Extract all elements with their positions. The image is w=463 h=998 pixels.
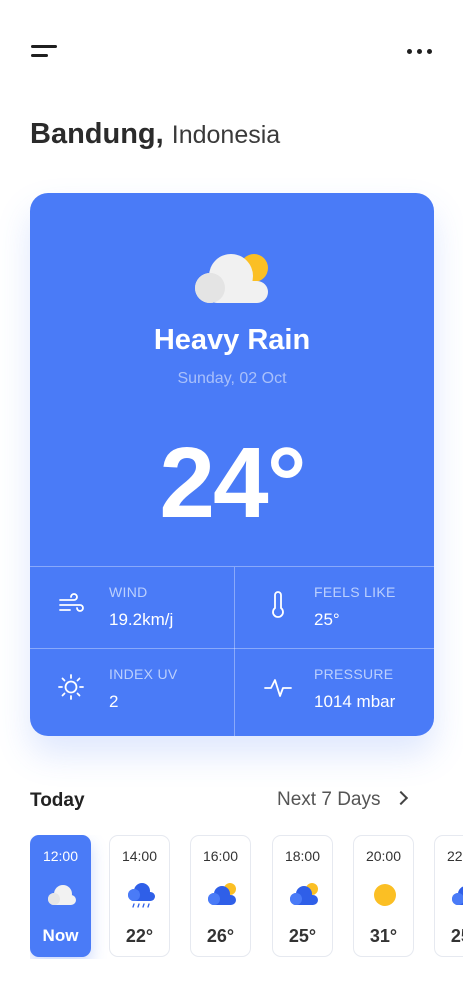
- hour-card[interactable]: 20:00 31°: [353, 835, 414, 957]
- hour-time: 22:00: [446, 848, 463, 864]
- hour-value: 25°: [288, 926, 317, 946]
- weather-condition: Heavy Rain: [153, 324, 311, 356]
- next-7-days-label: Next 7 Days: [277, 789, 381, 810]
- wind-label: WIND: [109, 584, 148, 600]
- pressure-stat: PRESSURE 1014 mbar: [235, 649, 434, 729]
- partly-cloudy-icon: [452, 886, 463, 905]
- more-options-icon[interactable]: [407, 48, 433, 56]
- today-heading: Today: [30, 790, 85, 811]
- wind-value: 19.2km/j: [109, 610, 174, 629]
- hour-value: 31°: [369, 926, 398, 946]
- feels-like-stat: FEELS LIKE 25°: [235, 567, 434, 647]
- thermometer-icon: [272, 591, 284, 618]
- next-7-days-link[interactable]: Next 7 Days: [277, 789, 409, 811]
- location-title: Bandung, Indonesia: [30, 118, 280, 151]
- hour-time: 14:00: [121, 848, 158, 864]
- weather-stats: WIND 19.2km/j FEELS LIKE 25° INDEX UV 2: [30, 566, 434, 736]
- pulse-icon: [264, 679, 292, 697]
- feels-like-value: 25°: [314, 610, 340, 629]
- current-date: Sunday, 02 Oct: [177, 370, 287, 387]
- pressure-value: 1014 mbar: [314, 692, 396, 711]
- uv-index-label: INDEX UV: [109, 666, 178, 682]
- hour-value: 22°: [125, 926, 154, 946]
- current-weather-card: Heavy Rain Sunday, 02 Oct 24° WIND 19.2k…: [30, 193, 434, 736]
- city-name: Bandung,: [30, 118, 164, 150]
- hour-time: 12:00: [42, 848, 79, 864]
- feels-like-label: FEELS LIKE: [314, 584, 396, 600]
- partly-cloudy-icon: [195, 254, 268, 303]
- hour-time: 16:00: [202, 848, 239, 864]
- chevron-right-icon: [394, 790, 409, 806]
- sun-outline-icon: [58, 674, 84, 700]
- rain-cloud-icon: [128, 883, 155, 908]
- uv-index-value: 2: [109, 692, 119, 711]
- hour-time: 18:00: [284, 848, 321, 864]
- wind-icon: [59, 593, 84, 612]
- hour-card[interactable]: 22:00 25°: [434, 835, 463, 957]
- sun-icon: [374, 884, 396, 906]
- hour-time: 20:00: [365, 848, 402, 864]
- uv-index-stat: INDEX UV 2: [30, 649, 230, 729]
- current-temperature: 24°: [159, 427, 306, 539]
- hour-card-now[interactable]: 12:00 Now: [30, 835, 91, 957]
- hour-value: Now: [42, 926, 79, 945]
- wind-stat: WIND 19.2km/j: [30, 567, 230, 647]
- cloud-icon: [48, 885, 76, 905]
- partly-cloudy-icon: [208, 883, 236, 905]
- menu-icon[interactable]: [31, 43, 59, 63]
- pressure-label: PRESSURE: [314, 666, 394, 682]
- hourly-forecast[interactable]: 12:00 Now 14:00 22° 16:00 26° 18:00 25° …: [30, 835, 463, 959]
- hour-value: 26°: [206, 926, 235, 946]
- weather-app: Bandung, Indonesia Heavy Rain Sunday, 02…: [0, 0, 463, 998]
- country-name: Indonesia: [171, 121, 281, 149]
- partly-cloudy-icon: [290, 883, 318, 905]
- hour-card[interactable]: 18:00 25°: [272, 835, 333, 957]
- hour-card[interactable]: 14:00 22°: [109, 835, 170, 957]
- hour-value: 25°: [450, 926, 463, 946]
- hour-card[interactable]: 16:00 26°: [190, 835, 251, 957]
